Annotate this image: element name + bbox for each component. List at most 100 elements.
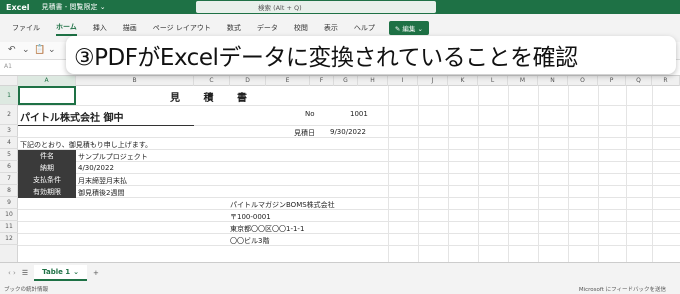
grid-line	[448, 86, 449, 262]
overlay-caption: ③PDFがExcelデータに変換されていることを確認	[66, 36, 676, 74]
add-sheet-icon[interactable]: +	[93, 269, 99, 277]
sheet-tab-table1[interactable]: Table 1 ⌄	[34, 264, 88, 281]
title-bar: Excel 見積書 - 閲覧限定 ⌄ 検索 (Alt + Q)	[0, 0, 680, 14]
search-box[interactable]: 検索 (Alt + Q)	[196, 1, 436, 13]
row-header-11[interactable]: 11	[0, 221, 18, 233]
tab-draw[interactable]: 描画	[123, 21, 137, 35]
column-header-a[interactable]: A	[18, 76, 76, 86]
field-label-payment: 支払条件	[18, 174, 76, 186]
selected-cell-a1[interactable]	[18, 86, 76, 105]
grid-line	[652, 86, 653, 262]
column-header-n[interactable]: N	[538, 76, 568, 86]
document-heading: 見 積 書	[170, 93, 257, 104]
field-value-payment: 月末締翌月末払	[78, 177, 127, 185]
search-placeholder: 検索 (Alt + Q)	[258, 4, 302, 12]
document-title[interactable]: 見積書 - 閲覧限定 ⌄	[42, 2, 106, 12]
recipient-underline	[18, 125, 194, 126]
sheet-nav-arrows-icon[interactable]: ‹ ›	[8, 269, 16, 277]
column-header-r[interactable]: R	[652, 76, 680, 86]
column-header-g[interactable]: G	[334, 76, 358, 86]
undo-icon[interactable]: ↶	[8, 45, 16, 55]
row-header-6[interactable]: 6	[0, 161, 18, 173]
field-value-subject: サンプルプロジェクト	[78, 153, 148, 161]
paste-dropdown-icon[interactable]: ⌄	[48, 45, 56, 55]
sender-company: パイトルマガジンBOMS株式会社	[230, 201, 335, 209]
grid-line	[418, 86, 419, 262]
grid-line	[18, 137, 680, 138]
grid-line	[388, 86, 389, 262]
no-value: 1001	[350, 110, 368, 118]
date-value: 9/30/2022	[330, 128, 366, 136]
row-header-10[interactable]: 10	[0, 209, 18, 221]
row-headers: 1 2 3 4 5 6 7 8 9 10 11 12	[0, 86, 18, 262]
column-header-l[interactable]: L	[478, 76, 508, 86]
row-header-2[interactable]: 2	[0, 105, 18, 125]
status-bar: ブックの統計情報 Microsoft にフィードバックを送信	[0, 282, 680, 294]
row-header-8[interactable]: 8	[0, 185, 18, 197]
tab-page-layout[interactable]: ページ レイアウト	[153, 21, 211, 35]
name-box[interactable]: A1	[4, 63, 12, 70]
tab-data[interactable]: データ	[257, 21, 278, 35]
row-header-4[interactable]: 4	[0, 137, 18, 149]
column-header-i[interactable]: I	[388, 76, 418, 86]
column-header-j[interactable]: J	[418, 76, 448, 86]
redo-icon[interactable]: ⌄	[22, 45, 30, 55]
overlay-caption-text: ③PDFがExcelデータに変換されていることを確認	[74, 45, 578, 71]
grid-line	[18, 173, 680, 174]
grid-line	[598, 86, 599, 262]
tab-help[interactable]: ヘルプ	[354, 21, 375, 35]
column-header-m[interactable]: M	[508, 76, 538, 86]
tab-formulas[interactable]: 数式	[227, 21, 241, 35]
field-label-subject: 件名	[18, 150, 76, 162]
all-sheets-menu-icon[interactable]: ☰	[22, 269, 28, 277]
row-header-5[interactable]: 5	[0, 149, 18, 161]
field-value-expiry: 御見積後2週間	[78, 189, 125, 197]
app-name: Excel	[6, 2, 30, 12]
column-header-b[interactable]: B	[76, 76, 194, 86]
row-header-9[interactable]: 9	[0, 197, 18, 209]
spreadsheet-grid[interactable]: A B C D E F G H I J K L M N O P Q R 1 2 …	[0, 76, 680, 262]
field-label-delivery: 納期	[18, 162, 76, 174]
row-header-1[interactable]: 1	[0, 86, 18, 105]
column-header-d[interactable]: D	[230, 76, 266, 86]
row-header-3[interactable]: 3	[0, 125, 18, 137]
tab-review[interactable]: 校閲	[294, 21, 308, 35]
recipient-company: パイトル株式会社 御中	[20, 113, 124, 124]
column-header-f[interactable]: F	[310, 76, 334, 86]
tab-home[interactable]: ホーム	[56, 20, 77, 36]
field-label-expiry: 有効期限	[18, 186, 76, 198]
grid-line	[568, 86, 569, 262]
column-headers: A B C D E F G H I J K L M N O P Q R	[0, 76, 680, 86]
column-header-c[interactable]: C	[194, 76, 230, 86]
row-header-12[interactable]: 12	[0, 233, 18, 245]
corner-select-all[interactable]	[0, 76, 18, 86]
row-header-7[interactable]: 7	[0, 173, 18, 185]
grid-line	[538, 86, 539, 262]
sender-building: 〇〇ビル3階	[230, 237, 270, 245]
tab-insert[interactable]: 挿入	[93, 21, 107, 35]
workbook-statistics[interactable]: ブックの統計情報	[4, 285, 48, 293]
tab-view[interactable]: 表示	[324, 21, 338, 35]
edit-button[interactable]: ✎ 編集 ⌄	[388, 21, 429, 35]
grid-line	[508, 86, 509, 262]
chevron-down-icon[interactable]: ⌄	[73, 268, 79, 276]
column-header-p[interactable]: P	[598, 76, 626, 86]
column-header-o[interactable]: O	[568, 76, 598, 86]
feedback-link[interactable]: Microsoft にフィードバックを送信	[579, 285, 666, 293]
column-header-k[interactable]: K	[448, 76, 478, 86]
sender-postal: 〒100-0001	[230, 213, 271, 221]
grid-line	[18, 221, 680, 222]
grid-line	[18, 209, 680, 210]
intro-text: 下記のとおり、御見積もり申し上げます。	[20, 141, 153, 149]
grid-line	[18, 105, 680, 106]
field-value-delivery: 4/30/2022	[78, 164, 114, 172]
date-label: 見積日	[294, 129, 315, 137]
sheet-tab-bar: ‹ › ☰ Table 1 ⌄ +	[0, 262, 680, 282]
tab-file[interactable]: ファイル	[12, 21, 40, 35]
column-header-h[interactable]: H	[358, 76, 388, 86]
paste-icon[interactable]: 📋	[34, 45, 45, 55]
column-header-q[interactable]: Q	[626, 76, 652, 86]
column-header-e[interactable]: E	[266, 76, 310, 86]
grid-line	[18, 233, 680, 234]
sender-address: 東京都〇〇区〇〇1-1-1	[230, 225, 305, 233]
